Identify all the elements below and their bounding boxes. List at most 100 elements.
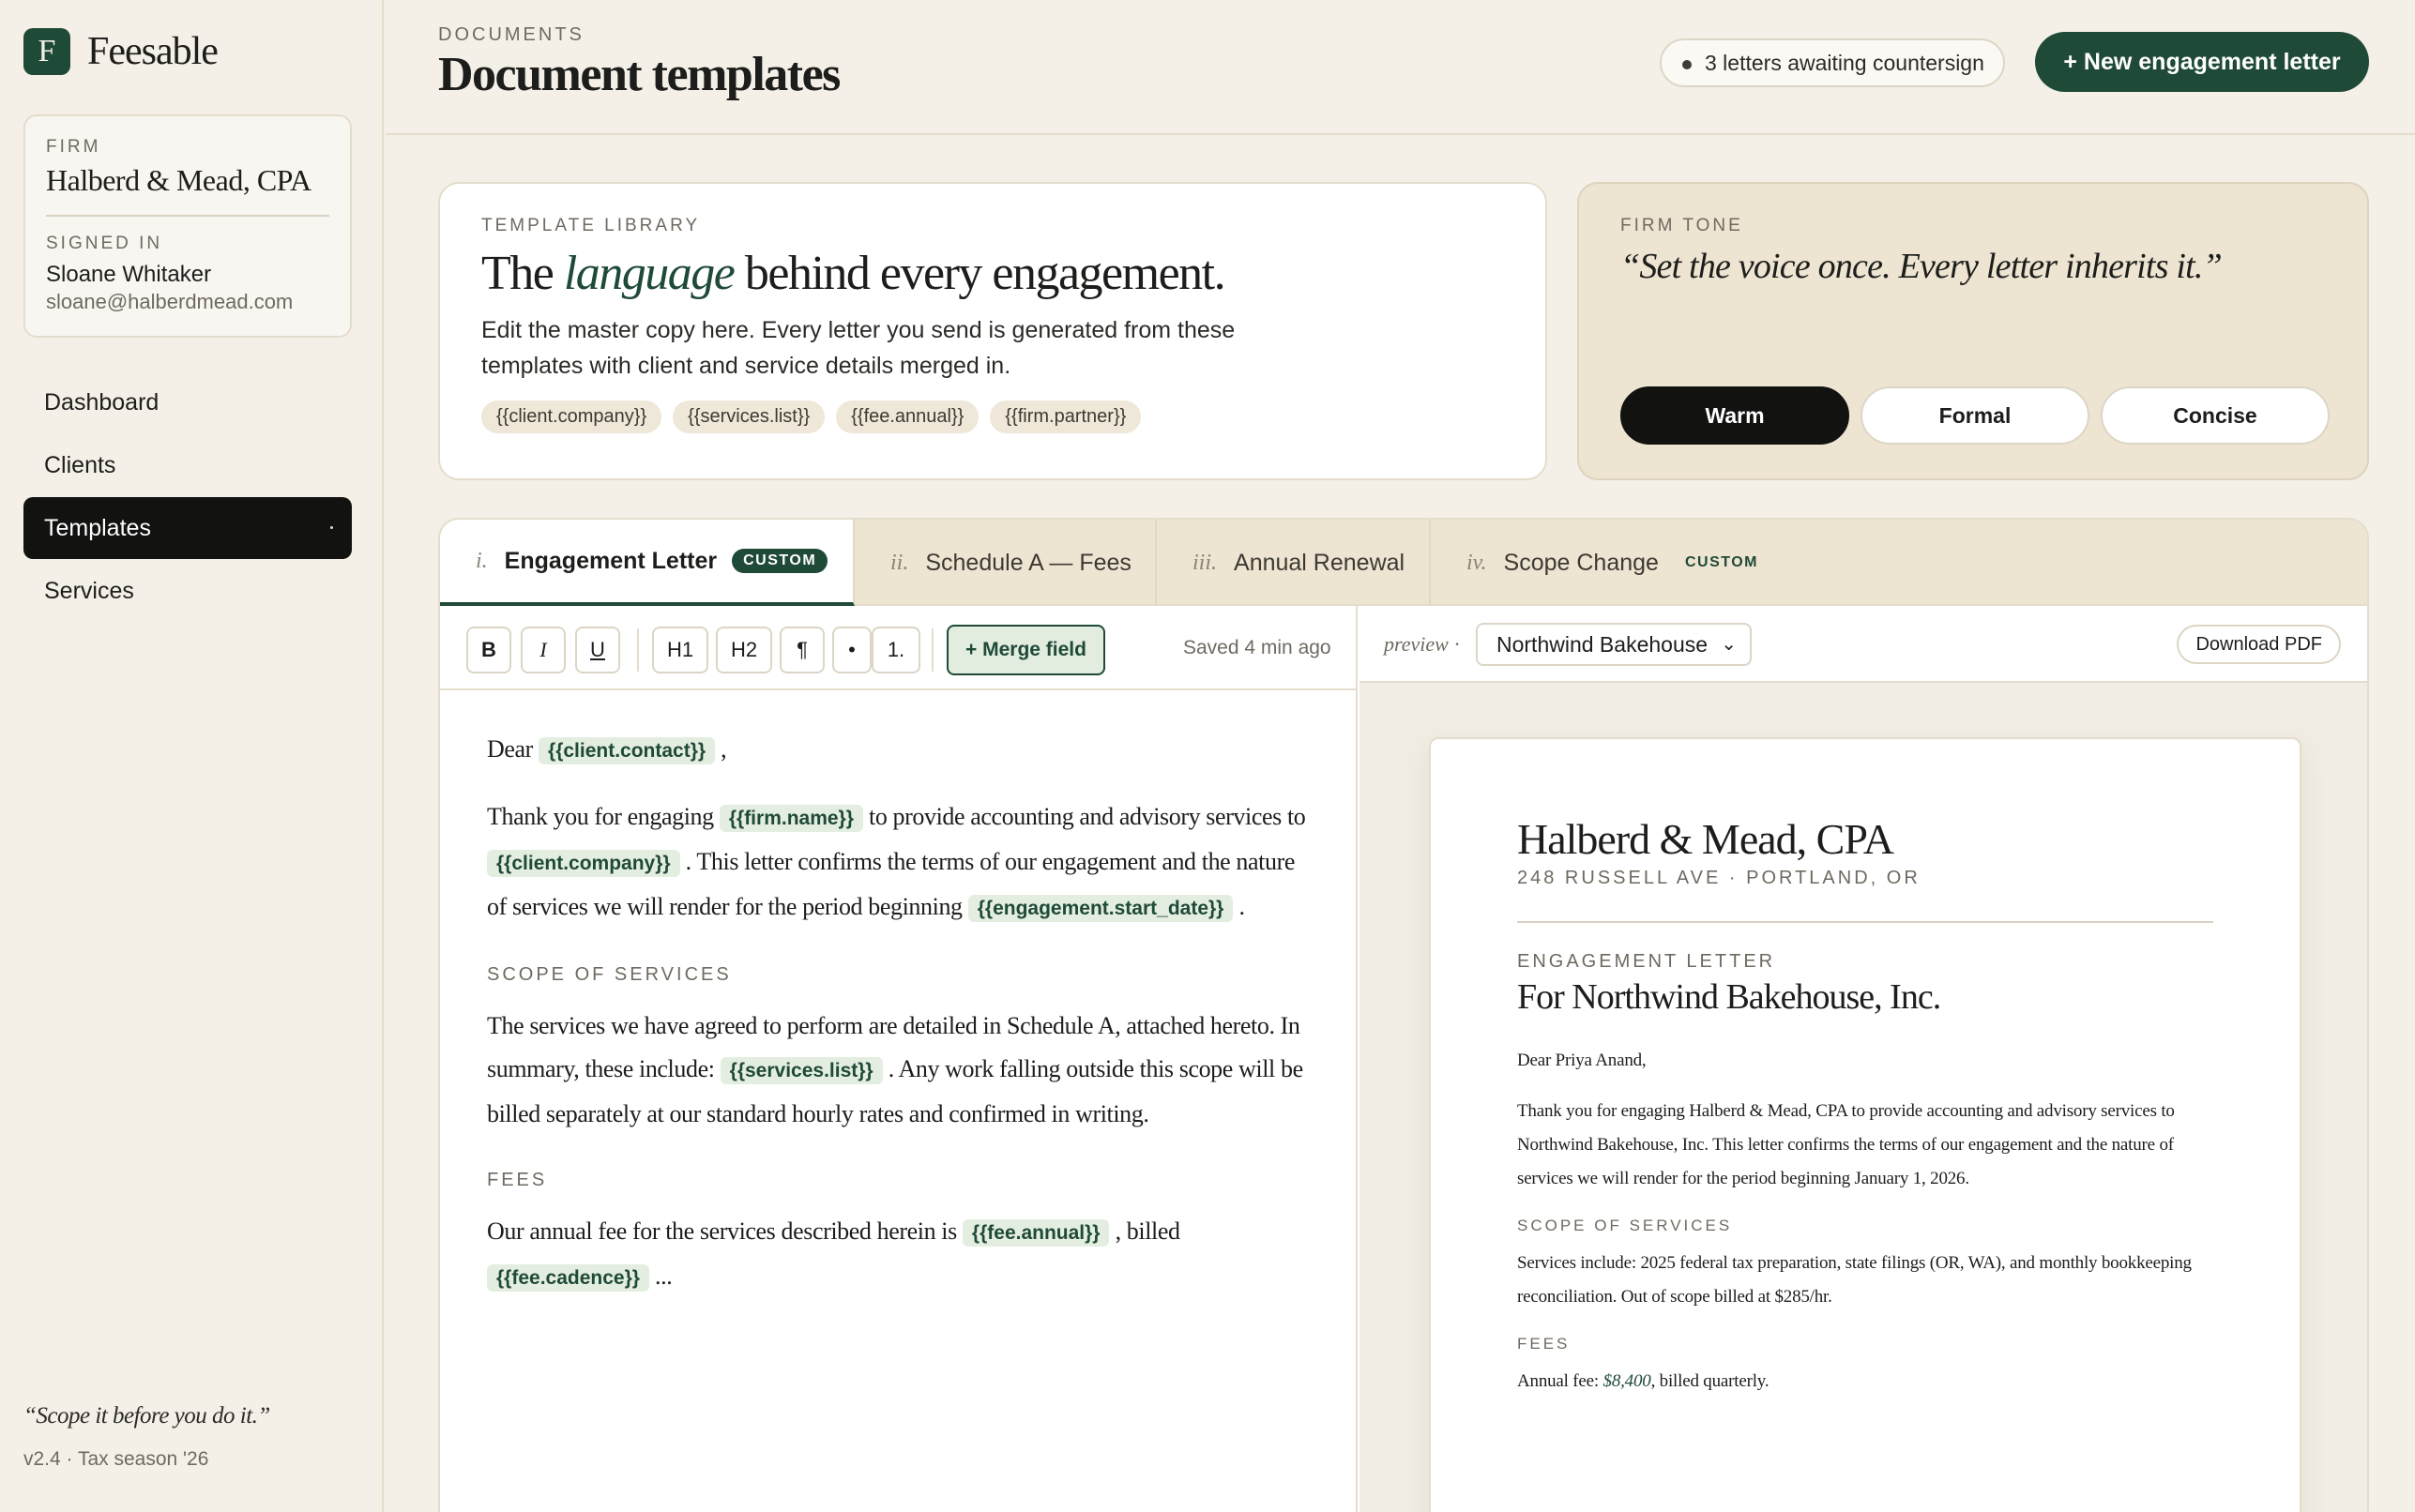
sidebar: F Feesable FIRM Halberd & Mead, CPA SIGN…: [0, 0, 384, 1512]
template-tabs: i. Engagement Letter CUSTOM ii. Schedule…: [440, 520, 2367, 606]
heading-1-button[interactable]: H1: [652, 627, 708, 673]
merge-field-button[interactable]: + Merge field: [947, 625, 1105, 675]
text: , billed quarterly.: [1650, 1371, 1769, 1391]
tab-scope-change[interactable]: iv. Scope Change CUSTOM: [1431, 520, 1774, 606]
letterhead-address: 248 RUSSELL AVE · PORTLAND, OR: [1517, 868, 1921, 888]
sidebar-item-services[interactable]: Services: [23, 560, 352, 622]
tone-warm-button[interactable]: Warm: [1620, 386, 1849, 445]
scope-section-heading: SCOPE OF SERVICES: [487, 964, 732, 985]
divider: [1517, 921, 2213, 923]
brand-logo-icon: F: [23, 28, 70, 75]
heading-2-button[interactable]: H2: [716, 627, 772, 673]
custom-badge: CUSTOM: [732, 549, 828, 573]
toolbar-divider: [637, 628, 639, 672]
firm-card[interactable]: FIRM Halberd & Mead, CPA SIGNED IN Sloan…: [23, 114, 352, 338]
preview-toolbar: preview · Northwind Bakehouse ⌄ Download…: [1359, 606, 2367, 683]
text: Annual fee:: [1517, 1371, 1603, 1391]
merge-field-token[interactable]: {{client.contact}}: [539, 737, 716, 764]
download-pdf-button[interactable]: Download PDF: [2177, 625, 2341, 664]
preview-area: Halberd & Mead, CPA 248 RUSSELL AVE · PO…: [1359, 683, 2367, 1512]
text: preview: [1384, 632, 1449, 656]
merge-field-chip[interactable]: {{client.company}}: [481, 401, 662, 433]
tone-formal-button[interactable]: Formal: [1861, 386, 2089, 445]
breadcrumb[interactable]: DOCUMENTS: [438, 24, 585, 46]
sidebar-nav: Dashboard Clients Templates Services: [23, 371, 352, 623]
text: Our annual fee for the services describe…: [487, 1217, 963, 1245]
separator: ·: [1453, 632, 1461, 656]
toolbar-divider: [932, 628, 934, 672]
merge-field-token[interactable]: {{fee.annual}}: [962, 1219, 1110, 1247]
preview-client-select[interactable]: Northwind Bakehouse ⌄: [1476, 623, 1752, 666]
template-editor-body[interactable]: Dear {{client.contact}} , Thank you for …: [440, 690, 1358, 1512]
tab-number: iv.: [1466, 550, 1487, 575]
status-dot-icon: [1682, 60, 1692, 69]
text: Dear: [487, 735, 539, 763]
page-title: Document templates: [438, 48, 841, 101]
sidebar-item-templates[interactable]: Templates: [23, 497, 352, 559]
text: ...: [648, 1263, 673, 1290]
merge-field-token[interactable]: {{fee.cadence}}: [487, 1264, 649, 1292]
sidebar-quote: “Scope it before you do it.”: [23, 1403, 270, 1429]
letter-scope-heading: SCOPE OF SERVICES: [1517, 1217, 1733, 1234]
title-emphasis: language: [563, 247, 736, 300]
bold-button[interactable]: B: [466, 627, 511, 673]
tab-engagement-letter[interactable]: i. Engagement Letter CUSTOM: [440, 520, 855, 606]
editor-paragraph: Thank you for engaging {{firm.name}} to …: [487, 795, 1309, 930]
italic-button[interactable]: I: [521, 627, 566, 673]
numbered-list-button[interactable]: 1.: [872, 627, 920, 673]
tab-number: ii.: [890, 550, 909, 575]
merge-field-token[interactable]: {{client.company}}: [487, 850, 680, 877]
title-part: The: [481, 247, 564, 300]
letter-kicker: ENGAGEMENT LETTER: [1517, 951, 1776, 972]
tab-number: i.: [476, 548, 488, 573]
signed-in-label: SIGNED IN: [46, 234, 163, 253]
letterhead-firm: Halberd & Mead, CPA: [1517, 815, 1894, 863]
letter-salutation: Dear Priya Anand,: [1517, 1051, 1647, 1070]
merge-field-chip[interactable]: {{fee.annual}}: [836, 401, 980, 433]
editor-paragraph: The services we have agreed to perform a…: [487, 1005, 1309, 1136]
editor-paragraph: Our annual fee for the services describe…: [487, 1210, 1309, 1300]
text: ,: [715, 735, 727, 763]
preview-label: preview ·: [1384, 632, 1461, 657]
letter-preview-page: Halberd & Mead, CPA 248 RUSSELL AVE · PO…: [1429, 737, 2301, 1512]
merge-field-chip[interactable]: {{services.list}}: [673, 401, 826, 433]
tab-schedule-a-fees[interactable]: ii. Schedule A — Fees: [855, 520, 1157, 606]
tab-annual-renewal[interactable]: iii. Annual Renewal: [1157, 520, 1431, 606]
sidebar-item-label: Clients: [44, 451, 116, 478]
awaiting-countersign-label: 3 letters awaiting countersign: [1705, 50, 1984, 75]
tone-selector: Warm Formal Concise: [1620, 386, 2330, 445]
merge-field-token[interactable]: {{engagement.start_date}}: [967, 895, 1234, 922]
sidebar-item-dashboard[interactable]: Dashboard: [23, 371, 352, 433]
merge-field-chip[interactable]: {{firm.partner}}: [990, 401, 1142, 433]
sidebar-item-label: Services: [44, 577, 134, 604]
divider: [46, 215, 329, 217]
saved-status: Saved 4 min ago: [1183, 637, 1331, 658]
brand[interactable]: F Feesable: [23, 28, 219, 75]
fee-amount: $8,400: [1602, 1371, 1651, 1391]
custom-badge: CUSTOM: [1684, 554, 1758, 570]
title-part: behind every engagement.: [734, 247, 1226, 300]
text: to provide accounting and advisory servi…: [862, 803, 1306, 830]
template-library-label: TEMPLATE LIBRARY: [481, 216, 701, 235]
merge-field-token[interactable]: {{services.list}}: [720, 1057, 883, 1084]
user-name: Sloane Whitaker: [46, 262, 212, 287]
text: Thank you for engaging: [487, 803, 720, 830]
new-engagement-letter-button[interactable]: + New engagement letter: [2035, 32, 2369, 92]
template-editor-panel: i. Engagement Letter CUSTOM ii. Schedule…: [438, 518, 2369, 1512]
sidebar-item-clients[interactable]: Clients: [23, 434, 352, 496]
text: , billed: [1109, 1217, 1180, 1245]
tab-label: Scope Change: [1503, 549, 1659, 576]
firm-tone-label: FIRM TONE: [1620, 216, 1743, 235]
awaiting-countersign-pill[interactable]: 3 letters awaiting countersign: [1660, 38, 2005, 87]
template-library-card: TEMPLATE LIBRARY The language behind eve…: [438, 182, 1547, 480]
tab-label: Schedule A — Fees: [925, 549, 1132, 576]
tone-concise-button[interactable]: Concise: [2101, 386, 2330, 445]
tab-number: iii.: [1192, 550, 1218, 575]
bullet-list-button[interactable]: •: [832, 627, 872, 673]
merge-field-token[interactable]: {{firm.name}}: [719, 805, 863, 832]
page-header: DOCUMENTS Document templates 3 letters a…: [386, 0, 2415, 135]
letter-title: For Northwind Bakehouse, Inc.: [1517, 977, 1941, 1017]
fees-section-heading: FEES: [487, 1170, 548, 1190]
paragraph-button[interactable]: ¶: [780, 627, 825, 673]
underline-button[interactable]: U: [575, 627, 620, 673]
